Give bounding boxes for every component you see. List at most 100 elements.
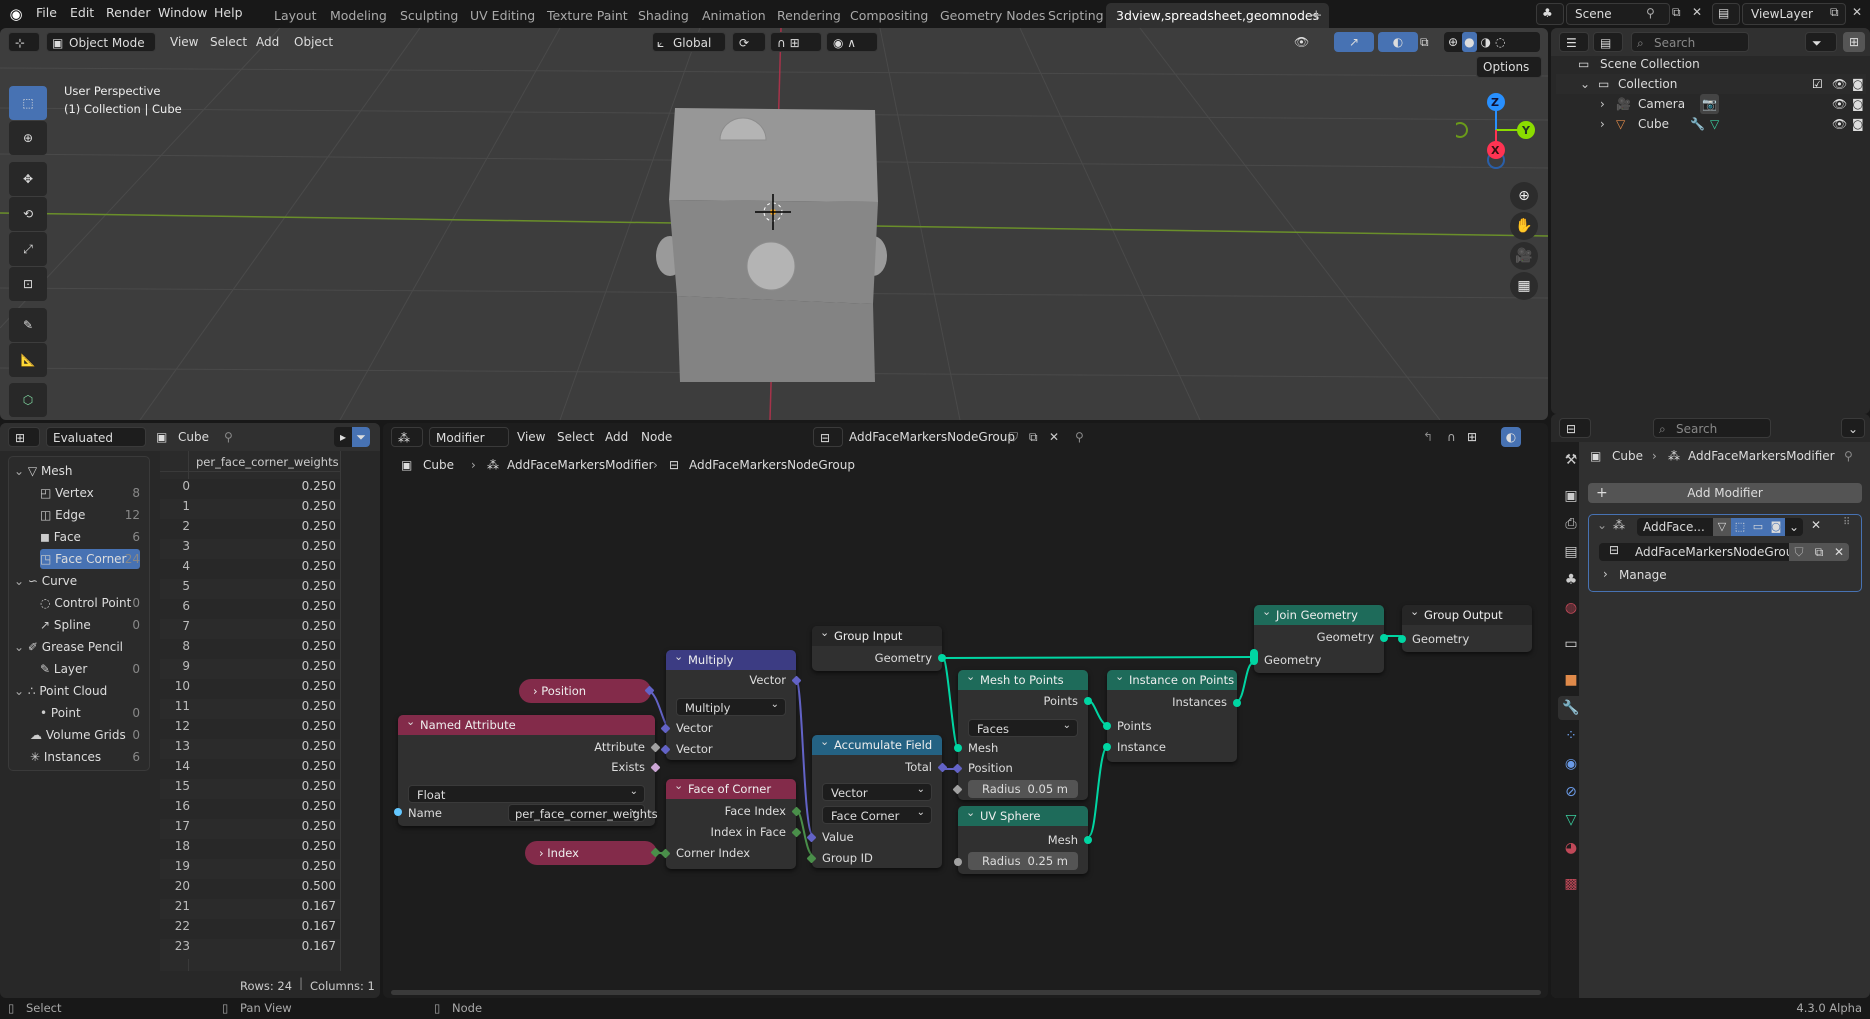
domain-instances[interactable]: ✳ Instances 6	[30, 747, 140, 767]
domain-face-corner[interactable]: ◳ Face Corner 24	[40, 549, 140, 569]
domain-grease-pencil[interactable]: ⌄ ✐ Grease Pencil	[14, 637, 140, 657]
cube-object[interactable]	[655, 96, 895, 396]
pivot-point-button[interactable]: ⟳	[732, 32, 766, 52]
duplicate-icon[interactable]: ⧉	[1809, 543, 1829, 561]
tab-3dview-spreadsheet-geomnodes[interactable]: 3dview,spreadsheet,geomnodes	[1106, 3, 1330, 28]
visibility-selectability-button[interactable]: 👁	[1294, 32, 1328, 52]
data-type-select[interactable]: Float	[408, 783, 645, 803]
node-index[interactable]: › Index	[525, 841, 661, 865]
manage-panel-label[interactable]: Manage	[1619, 568, 1667, 582]
rendered-shading-icon[interactable]: ◌	[1495, 32, 1505, 52]
filter-icon[interactable]: ⏷	[352, 427, 370, 447]
node-named-attribute[interactable]: Named Attribute Attribute Exists Float N…	[394, 712, 661, 826]
particles-tab-icon[interactable]: ⁘	[1558, 724, 1584, 748]
solid-shading-icon[interactable]: ●	[1462, 32, 1477, 52]
outliner-search[interactable]: ⌕ Search	[1631, 32, 1749, 52]
evaluation-mode-select[interactable]: Evaluated	[46, 427, 146, 447]
camera-data-icon[interactable]: 📷	[1700, 94, 1719, 114]
new-viewlayer-icon[interactable]: ⧉	[1830, 5, 1839, 20]
3d-viewport[interactable]: ⊹ ▣ Object Mode View Select Add Object ⟀ G…	[0, 28, 1548, 420]
tab-scripting[interactable]: Scripting	[1038, 3, 1114, 28]
radius-field[interactable]: Radius 0.05 m	[968, 780, 1078, 798]
menu-help[interactable]: Help	[214, 5, 243, 20]
tab-geometry-nodes[interactable]: Geometry Nodes	[930, 3, 1055, 28]
node-group-input[interactable]: Group Input Geometry	[812, 623, 946, 671]
modifier-tab-icon[interactable]: 🔧	[1558, 696, 1584, 720]
expand-chevron-icon[interactable]: ›	[1600, 114, 1605, 134]
domain-volume-grids[interactable]: ☁ Volume Grids 0	[30, 725, 140, 745]
modifier-options-chevron-icon[interactable]: ⌄	[1785, 518, 1803, 536]
exclude-checkbox[interactable]: ☑	[1812, 74, 1823, 94]
menu-add[interactable]: Add	[256, 32, 279, 52]
mesh-data-icon[interactable]: ▽	[1710, 114, 1719, 134]
add-workspace-button[interactable]: +	[1300, 3, 1333, 28]
spreadsheet-editor-type[interactable]: ⊞	[8, 427, 40, 447]
domain-layer[interactable]: ✎ Layer 0	[40, 659, 140, 679]
zoom-view-button[interactable]: ⊕	[1510, 182, 1538, 210]
transform-orientation-select[interactable]: ⟀ Global	[652, 32, 726, 52]
node-mesh-to-points[interactable]: Mesh to Points Points Faces Mesh Positio…	[952, 667, 1092, 800]
visibility-eye-icon[interactable]: 👁	[1832, 114, 1847, 134]
snap-toggle[interactable]: ∩ ⊞	[770, 32, 822, 52]
node-face-of-corner[interactable]: Face of Corner Face Index Index in Face …	[660, 776, 802, 869]
tool-tab-icon[interactable]: ⚒	[1558, 448, 1584, 472]
properties-editor-type[interactable]: ⊟	[1559, 418, 1591, 438]
render-camera-icon[interactable]: ◙	[1852, 94, 1864, 114]
unlink-icon[interactable]: ✕	[1829, 543, 1849, 561]
socket-geometry-out[interactable]	[1380, 634, 1388, 642]
transform-tool[interactable]: ⊡	[9, 267, 47, 301]
accumulate-domain-select[interactable]: Face Corner	[822, 804, 932, 824]
tab-rendering[interactable]: Rendering	[767, 3, 851, 28]
node-group-field[interactable]: AddFaceMarkersNodeGroup	[1629, 543, 1801, 561]
collapse-chevron-icon[interactable]: ⌄	[1597, 518, 1607, 532]
constraints-tab-icon[interactable]: ⊘	[1558, 780, 1584, 804]
domain-spline[interactable]: ↗ Spline 0	[40, 615, 140, 635]
material-shading-icon[interactable]: ◑	[1481, 32, 1491, 52]
node-position[interactable]: › Position	[519, 679, 655, 703]
outliner-item-cube[interactable]: › ▽ Cube 🔧 ▽ 👁 ◙	[1556, 114, 1866, 134]
shading-mode-group[interactable]: ⊕ ● ◑ ◌	[1444, 32, 1540, 52]
render-camera-icon[interactable]: ◙	[1852, 114, 1864, 134]
expand-chevron-icon[interactable]: ⌄	[1580, 74, 1590, 94]
radius-field[interactable]: Radius 0.25 m	[968, 852, 1078, 870]
delete-viewlayer-icon[interactable]: ✕	[1852, 5, 1862, 19]
physics-tab-icon[interactable]: ◉	[1558, 752, 1584, 776]
menu-window[interactable]: Window	[158, 5, 207, 20]
pan-view-button[interactable]: ✋	[1510, 212, 1538, 240]
socket-radius-in[interactable]	[954, 858, 962, 866]
material-tab-icon[interactable]: ◕	[1558, 836, 1584, 860]
object-tab-icon[interactable]: ■	[1558, 668, 1584, 692]
modifier-wrench-icon[interactable]: 🔧	[1690, 114, 1705, 134]
new-scene-icon[interactable]: ⧉	[1672, 5, 1681, 20]
add-modifier-button[interactable]: + Add Modifier	[1588, 483, 1862, 503]
node-editor[interactable]: ⁂ Modifier View Select Add Node ⊟ AddFac…	[383, 423, 1548, 998]
tab-modeling[interactable]: Modeling	[320, 3, 397, 28]
node-uv-sphere[interactable]: UV Sphere Mesh Radius 0.25 m	[954, 803, 1092, 874]
visibility-eye-icon[interactable]: 👁	[1832, 74, 1847, 94]
texture-tab-icon[interactable]: ▩	[1558, 872, 1584, 896]
properties-options-dropdown[interactable]: ⌄	[1841, 418, 1865, 438]
node-join-geometry[interactable]: Join Geometry Geometry Geometry	[1250, 602, 1388, 673]
ortho-toggle-button[interactable]: ▦	[1510, 272, 1538, 300]
horizontal-scrollbar[interactable]	[391, 990, 1541, 995]
output-tab-icon[interactable]: ⎙	[1558, 512, 1584, 536]
mode-select[interactable]: ▣ Object Mode	[46, 32, 156, 52]
tab-animation[interactable]: Animation	[692, 3, 776, 28]
add-cube-tool[interactable]: ⬡	[9, 383, 47, 417]
tab-texture-paint[interactable]: Texture Paint	[537, 3, 638, 28]
domain-vertex[interactable]: ◰ Vertex 8	[40, 483, 140, 503]
outliner-scene-collection[interactable]: ▭ Scene Collection	[1556, 54, 1866, 74]
socket-geometry-out[interactable]	[938, 654, 946, 662]
fake-user-shield-icon[interactable]: ⛉	[1789, 543, 1809, 561]
socket-points-in[interactable]	[1103, 722, 1111, 730]
edit-mode-toggle-icon[interactable]: ▽	[1713, 518, 1731, 536]
socket-instance-in[interactable]	[1103, 743, 1111, 751]
delete-scene-icon[interactable]: ✕	[1692, 5, 1702, 19]
domain-curve[interactable]: ⌄ ∽ Curve	[14, 571, 140, 591]
tab-sculpting[interactable]: Sculpting	[390, 3, 468, 28]
gizmo-toggle[interactable]: ↗	[1334, 32, 1374, 52]
editor-type-button[interactable]: ⊹	[8, 32, 40, 52]
modifier-name-field[interactable]: AddFace...	[1637, 518, 1713, 536]
node-instance-on-points[interactable]: Instance on Points Instances Points Inst…	[1103, 667, 1241, 762]
socket-points-out[interactable]	[1084, 697, 1092, 705]
